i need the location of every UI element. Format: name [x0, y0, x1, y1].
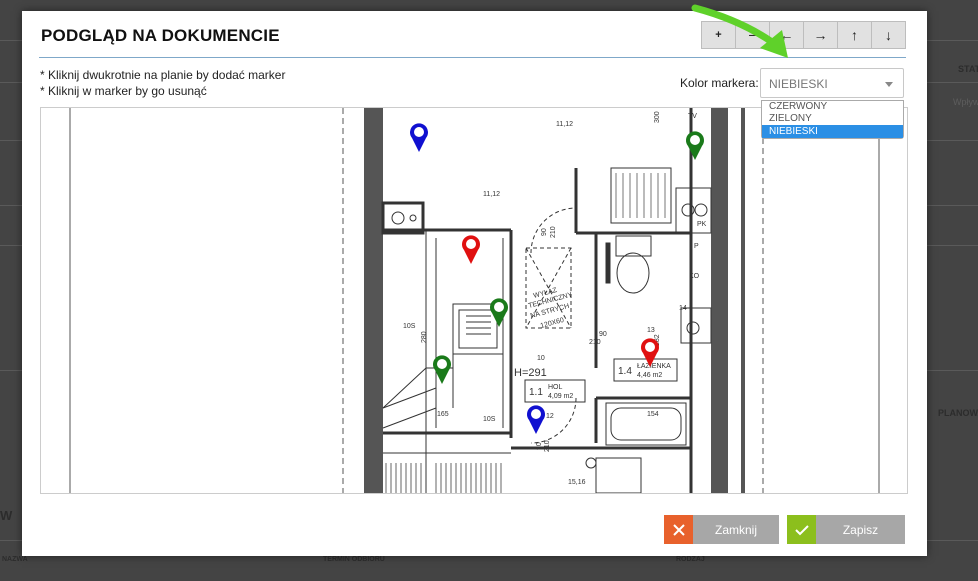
plan-label: 1.4	[618, 366, 632, 377]
marker-color-select[interactable]: NIEBIESKI	[760, 68, 904, 98]
plan-label: 280	[421, 331, 428, 343]
plan-wall-right	[711, 108, 728, 493]
bg-header-planowa: PLANOWA	[938, 408, 978, 418]
close-button-label: Zamknij	[693, 515, 779, 544]
document-preview-modal: PODGLĄD NA DOKUMENCIE + − ← → ↑ ↓ * Klik…	[22, 11, 927, 556]
bg-col-rodzaj: RODZAJ	[676, 556, 705, 563]
plan-label: 11,12	[483, 191, 500, 198]
chevron-down-icon	[885, 82, 893, 87]
plan-label: 210	[589, 339, 601, 346]
map-marker-dot	[494, 302, 504, 312]
plan-label: 14	[679, 305, 687, 312]
plan-label: 1.1	[529, 387, 543, 398]
plan-label: 12	[546, 413, 554, 420]
plan-label: 10	[537, 355, 545, 362]
plan-label: 210	[544, 440, 551, 452]
pan-down-button[interactable]: ↓	[871, 21, 906, 49]
close-icon	[664, 515, 693, 544]
plan-label: TV	[688, 113, 697, 120]
save-button-label: Zapisz	[816, 515, 905, 544]
plan-label: H=291	[514, 367, 547, 379]
plan-label: 10S	[483, 416, 496, 423]
floor-plan-canvas[interactable]: 11,12 11,12 300 TV 90 210 PK P KO WYŁAZ …	[40, 107, 908, 494]
map-marker[interactable]	[686, 131, 705, 160]
save-button[interactable]: Zapisz	[787, 515, 905, 544]
map-marker-dot	[531, 409, 541, 419]
map-marker[interactable]	[490, 298, 508, 327]
plan-label: HOL	[548, 384, 563, 391]
map-marker-dot	[466, 239, 476, 249]
map-marker[interactable]	[410, 123, 428, 152]
plan-label: 90	[599, 331, 607, 338]
option-zielony[interactable]: ZIELONY	[762, 113, 903, 125]
pan-right-button[interactable]: →	[803, 21, 838, 49]
map-marker-dot	[414, 127, 424, 137]
plan-label: 13	[647, 327, 655, 334]
plan-label: 154	[647, 411, 659, 418]
plan-label: 165	[437, 411, 449, 418]
map-marker-dot	[437, 359, 447, 369]
map-marker[interactable]	[527, 405, 545, 434]
map-marker-dot	[690, 135, 700, 145]
modal-title: PODGLĄD NA DOKUMENCIE	[41, 26, 280, 45]
close-button[interactable]: Zamknij	[664, 515, 779, 544]
plan-label: KO	[689, 273, 700, 280]
plan-label: P	[694, 243, 699, 250]
map-marker-dot	[645, 342, 655, 352]
plan-label: 210	[550, 226, 557, 238]
map-marker[interactable]	[461, 235, 480, 264]
plan-outer-lines	[69, 108, 880, 493]
plan-label: ŁAZIENKA	[637, 363, 671, 370]
plan-label: 10S	[403, 323, 416, 330]
floor-plan-drawing: 11,12 11,12 300 TV 90 210 PK P KO WYŁAZ …	[69, 108, 880, 493]
plan-label: 11,12	[556, 121, 573, 128]
check-icon	[787, 515, 816, 544]
plan-label: 15,16	[568, 479, 586, 486]
plan-label: 90	[536, 442, 543, 450]
pan-up-button[interactable]: ↑	[837, 21, 872, 49]
plan-label: 300	[654, 111, 661, 123]
marker-color-label: Kolor markera:	[680, 76, 759, 90]
plan-label: 4,46 m2	[637, 372, 662, 379]
plan-wall-left	[364, 108, 383, 493]
plan-wall-right-outer	[741, 108, 745, 493]
option-czerwony[interactable]: CZERWONY	[762, 101, 903, 113]
plan-labels: 11,12 11,12 300 TV 90 210 PK P KO WYŁAZ …	[403, 111, 707, 486]
plan-label: 4,09 m2	[548, 393, 573, 400]
hint-remove-marker: * Kliknij w marker by go usunąć	[40, 84, 207, 98]
pointer-arrow-icon	[691, 4, 788, 58]
plan-label: PK	[697, 221, 707, 228]
bg-cell-wplyw: Wpływ	[953, 97, 978, 107]
hint-add-marker: * Kliknij dwukrotnie na planie by dodać …	[40, 68, 286, 82]
bg-header-stat: STAT	[958, 64, 978, 74]
marker-color-dropdown: CZERWONY ZIELONY NIEBIESKI	[761, 100, 904, 139]
plan-label: 90	[541, 228, 548, 236]
bg-col-termin: TERMIN ODBIORU	[323, 556, 385, 563]
bg-heading-w: W	[0, 508, 13, 523]
marker-color-value: NIEBIESKI	[769, 77, 828, 91]
bg-col-nazwa: NAZWA	[2, 556, 28, 563]
option-niebieski[interactable]: NIEBIESKI	[762, 125, 903, 138]
